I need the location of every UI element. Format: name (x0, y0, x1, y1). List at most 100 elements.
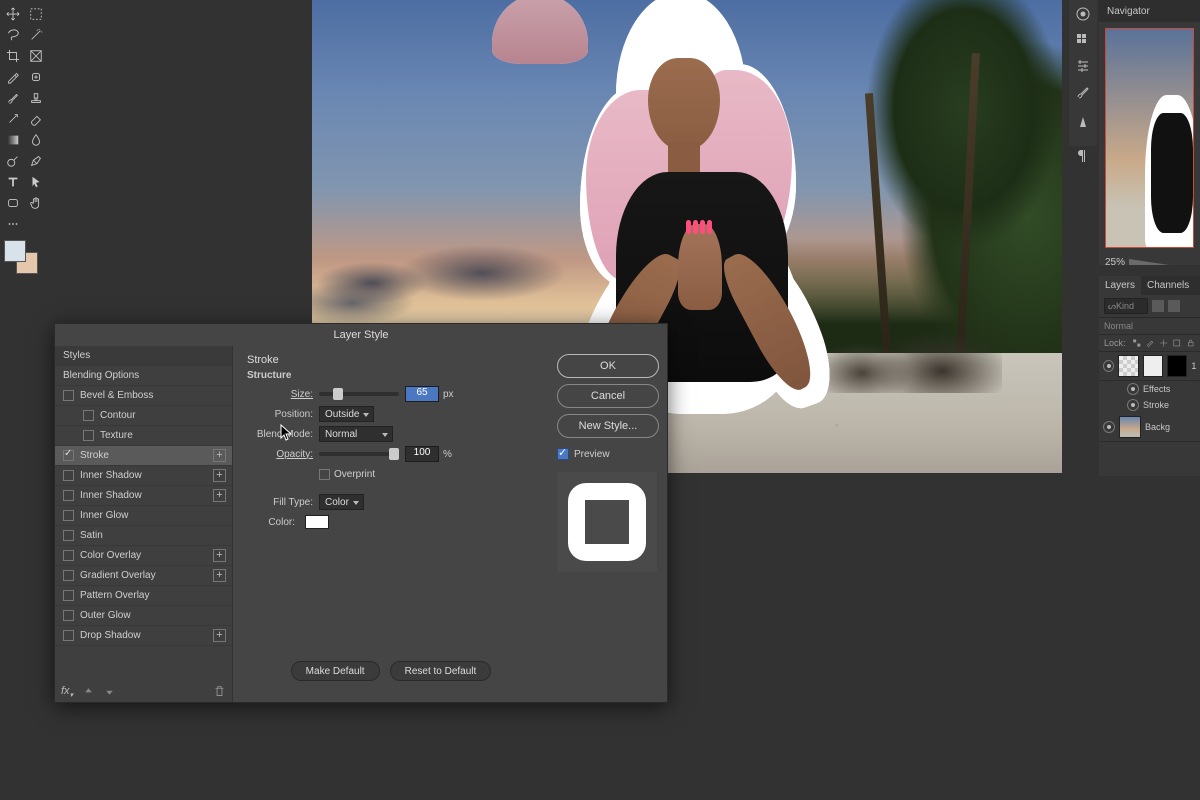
navigator-tab[interactable]: Navigator (1099, 0, 1200, 22)
filter-adj-icon[interactable] (1168, 300, 1180, 312)
wand-tool-icon[interactable] (25, 25, 46, 45)
fx-menu-icon[interactable]: fx▾ (61, 685, 74, 698)
gradient-tool-icon[interactable] (2, 130, 23, 150)
filter-kind-select[interactable]: ᔕ Kind (1104, 298, 1148, 314)
down-arrow-icon[interactable] (103, 685, 116, 698)
lock-brush-icon[interactable] (1145, 338, 1155, 348)
contour-row[interactable]: Contour (55, 406, 232, 426)
foreground-color-swatch[interactable] (4, 240, 26, 262)
healing-tool-icon[interactable] (25, 67, 46, 87)
size-input[interactable]: 65 (405, 386, 439, 402)
dots-icon[interactable] (2, 214, 24, 234)
shape-tool-icon[interactable] (2, 193, 23, 213)
color-overlay-row[interactable]: Color Overlay+ (55, 546, 232, 566)
effect-stroke-row[interactable]: Stroke (1099, 397, 1200, 413)
blur-tool-icon[interactable] (25, 130, 46, 150)
new-style-button[interactable]: New Style... (557, 414, 659, 438)
frame-tool-icon[interactable] (25, 46, 46, 66)
opacity-input[interactable]: 100 (405, 446, 439, 462)
adjustments-panel-icon[interactable] (1075, 58, 1091, 74)
stroke-row[interactable]: Stroke+ (55, 446, 232, 466)
add-effect-icon[interactable]: + (213, 629, 226, 642)
visibility-toggle-icon[interactable] (1103, 421, 1115, 433)
trash-icon[interactable] (213, 685, 226, 698)
cancel-button[interactable]: Cancel (557, 384, 659, 408)
navigator-thumbnail[interactable] (1105, 28, 1194, 248)
ok-button[interactable]: OK (557, 354, 659, 378)
bevel-emboss-row[interactable]: Bevel & Emboss (55, 386, 232, 406)
history-brush-icon[interactable] (2, 109, 23, 129)
stroke-color-swatch[interactable] (305, 515, 329, 529)
visibility-toggle-icon[interactable] (1127, 399, 1139, 411)
eraser-tool-icon[interactable] (25, 109, 46, 129)
opacity-slider[interactable] (319, 452, 399, 456)
path-select-icon[interactable] (25, 172, 46, 192)
type-tool-icon[interactable] (2, 172, 23, 192)
zoom-slider[interactable] (1129, 259, 1169, 265)
position-select[interactable]: Outside (319, 406, 374, 422)
eyedropper-tool-icon[interactable] (2, 67, 23, 87)
dialog-title: Layer Style (55, 324, 667, 346)
lasso-tool-icon[interactable] (2, 25, 23, 45)
layer-row-background[interactable]: Backg (1099, 413, 1200, 442)
overprint-checkbox[interactable] (319, 469, 330, 480)
position-label: Position: (247, 409, 319, 420)
preview-checkbox[interactable] (557, 448, 569, 460)
stamp-tool-icon[interactable] (25, 88, 46, 108)
visibility-toggle-icon[interactable] (1103, 360, 1114, 372)
blend-mode-select[interactable]: Normal (1099, 318, 1200, 335)
layer-row-1[interactable]: 1 (1099, 352, 1200, 381)
color-panel-icon[interactable] (1075, 6, 1091, 22)
add-effect-icon[interactable]: + (213, 469, 226, 482)
stroke-options: Stroke Structure Size: 65 px Position: O… (233, 346, 549, 702)
fill-type-select[interactable]: Color (319, 494, 364, 510)
outer-glow-row[interactable]: Outer Glow (55, 606, 232, 626)
lock-transparency-icon[interactable] (1132, 338, 1142, 348)
lock-artboard-icon[interactable] (1172, 338, 1182, 348)
up-arrow-icon[interactable] (82, 685, 95, 698)
drop-shadow-row[interactable]: Drop Shadow+ (55, 626, 232, 646)
blending-options-row[interactable]: Blending Options (55, 366, 232, 386)
effects-row[interactable]: Effects (1099, 381, 1200, 397)
paragraph-panel-icon[interactable] (1075, 148, 1091, 164)
size-label: Size: (247, 389, 319, 400)
character-panel-icon[interactable] (1075, 114, 1091, 130)
lock-all-icon[interactable] (1186, 338, 1196, 348)
tool-palette (0, 0, 48, 280)
hand-tool-icon[interactable] (25, 193, 46, 213)
color-swatches[interactable] (2, 240, 42, 276)
lock-move-icon[interactable] (1159, 338, 1169, 348)
add-effect-icon[interactable]: + (213, 549, 226, 562)
preview-checkbox-row[interactable]: Preview (557, 448, 659, 460)
brush-tool-icon[interactable] (2, 88, 23, 108)
marquee-tool-icon[interactable] (25, 4, 46, 24)
add-stroke-icon[interactable]: + (213, 449, 226, 462)
satin-row[interactable]: Satin (55, 526, 232, 546)
add-effect-icon[interactable]: + (213, 569, 226, 582)
pen-tool-icon[interactable] (25, 151, 46, 171)
swatches-panel-icon[interactable] (1075, 32, 1091, 48)
opacity-label: Opacity: (247, 449, 319, 460)
make-default-button[interactable]: Make Default (291, 661, 380, 681)
blend-mode-select[interactable]: Normal (319, 426, 393, 442)
add-effect-icon[interactable]: + (213, 489, 226, 502)
visibility-toggle-icon[interactable] (1127, 383, 1139, 395)
tab-channels[interactable]: Channels (1141, 276, 1195, 295)
inner-shadow-row[interactable]: Inner Shadow+ (55, 466, 232, 486)
pattern-overlay-row[interactable]: Pattern Overlay (55, 586, 232, 606)
filter-pixel-icon[interactable] (1152, 300, 1164, 312)
texture-row[interactable]: Texture (55, 426, 232, 446)
inner-glow-row[interactable]: Inner Glow (55, 506, 232, 526)
move-tool-icon[interactable] (2, 4, 23, 24)
gradient-overlay-row[interactable]: Gradient Overlay+ (55, 566, 232, 586)
dodge-tool-icon[interactable] (2, 151, 23, 171)
crop-tool-icon[interactable] (2, 46, 23, 66)
reset-default-button[interactable]: Reset to Default (390, 661, 492, 681)
layer-style-dialog: Layer Style Styles Blending Options Beve… (54, 323, 668, 703)
blend-mode-label: Blend Mode: (247, 429, 319, 440)
styles-header: Styles (55, 346, 232, 366)
inner-shadow-row-2[interactable]: Inner Shadow+ (55, 486, 232, 506)
brushes-panel-icon[interactable] (1075, 84, 1091, 100)
size-slider[interactable] (319, 392, 399, 396)
tab-layers[interactable]: Layers (1099, 276, 1141, 295)
